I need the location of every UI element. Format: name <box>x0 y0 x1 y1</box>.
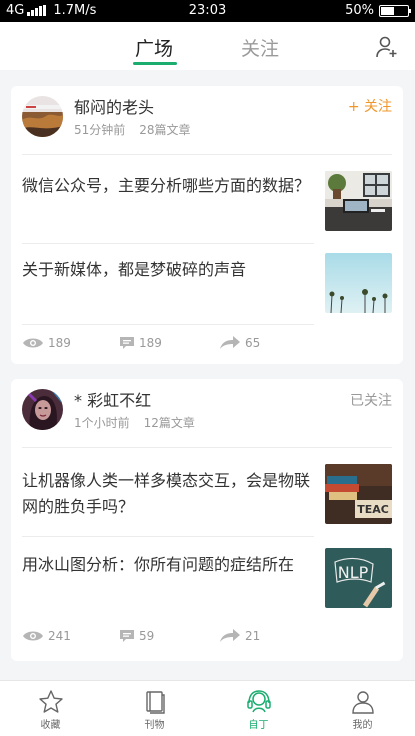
comment-count[interactable]: 59 <box>119 629 154 643</box>
card-stats: 241 59 21 <box>22 629 392 649</box>
article-title[interactable]: 关于新媒体，都是梦破碎的声音 <box>22 257 312 283</box>
article-item[interactable]: 让机器像人类一样多模态交互，会是物联网的胜负手吗？ TEAC <box>11 448 403 536</box>
status-bar: 4G 1.7M/s 23:03 50% <box>0 0 415 22</box>
add-user-icon[interactable] <box>375 35 399 59</box>
nav-label: 自丁 <box>248 720 269 731</box>
article-thumbnail[interactable]: TEAC <box>325 464 392 524</box>
article-thumbnail[interactable] <box>325 253 392 313</box>
post-time: 51分钟前 <box>74 123 126 137</box>
article-title[interactable]: 用冰山图分析：你所有问题的症结所在 <box>22 552 312 578</box>
article-title[interactable]: 微信公众号，主要分析哪些方面的数据？ <box>22 173 312 199</box>
follow-button[interactable]: + 关注 <box>348 96 392 116</box>
comment-icon <box>120 337 134 349</box>
nav-label: 刊物 <box>144 720 165 731</box>
card-stats: 189 189 65 <box>22 336 392 356</box>
card-author-header: 郁闷的老头 51分钟前 28篇文章 + 关注 <box>11 86 403 154</box>
battery-percent: 50% <box>345 3 374 18</box>
divider <box>22 324 314 325</box>
bottom-nav: 收藏 刊物 自丁 我的 <box>0 680 415 736</box>
post-time: 1个小时前 <box>74 416 130 430</box>
feed-card[interactable]: * 彩虹不红 1个小时前 12篇文章 已关注 让机器像人类一样多模态交互，会是物联… <box>11 379 403 661</box>
article-thumbnail[interactable]: NLP <box>325 548 392 608</box>
author-name[interactable]: 郁闷的老头 <box>74 94 154 118</box>
eye-icon <box>23 338 43 348</box>
eye-icon <box>23 631 43 641</box>
article-item[interactable]: 关于新媒体，都是梦破碎的声音 <box>11 244 403 324</box>
star-icon <box>38 690 63 713</box>
article-thumbnail[interactable] <box>325 171 392 231</box>
tab-following[interactable]: 关注 <box>241 34 279 61</box>
article-title[interactable]: 让机器像人类一样多模态交互，会是物联网的胜负手吗？ <box>22 468 312 520</box>
author-meta: 1个小时前 12篇文章 <box>74 414 195 431</box>
author-meta: 51分钟前 28篇文章 <box>74 121 191 138</box>
nav-favorites[interactable]: 收藏 <box>9 681 92 736</box>
nav-label: 收藏 <box>40 720 61 731</box>
article-count: 28篇文章 <box>139 123 191 137</box>
feed-card[interactable]: 郁闷的老头 51分钟前 28篇文章 + 关注 微信公众号，主要分析哪些方面的数据？ <box>11 86 403 364</box>
journal-icon <box>145 691 165 714</box>
battery-icon <box>379 4 411 17</box>
share-count[interactable]: 65 <box>219 336 260 350</box>
thumbnail-text: TEAC <box>357 503 389 516</box>
view-count: 241 <box>22 629 71 643</box>
nav-label: 我的 <box>352 720 373 731</box>
top-header: 广场 关注 <box>0 22 415 70</box>
nav-self[interactable]: 自丁 <box>217 681 300 736</box>
author-name[interactable]: * 彩虹不红 <box>74 387 151 411</box>
card-author-header: * 彩虹不红 1个小时前 12篇文章 已关注 <box>11 379 403 447</box>
tab-plaza[interactable]: 广场 <box>135 34 173 61</box>
share-icon <box>220 629 240 642</box>
article-item[interactable]: 微信公众号，主要分析哪些方面的数据？ <box>11 155 403 243</box>
share-count[interactable]: 21 <box>219 629 260 643</box>
view-count: 189 <box>22 336 71 350</box>
status-right: 50% <box>345 3 411 18</box>
nav-journals[interactable]: 刊物 <box>113 681 196 736</box>
comment-icon <box>120 630 134 642</box>
article-count: 12篇文章 <box>143 416 195 430</box>
share-icon <box>220 336 240 349</box>
followed-button[interactable]: 已关注 <box>350 390 392 410</box>
headset-icon <box>246 690 271 713</box>
avatar[interactable] <box>22 96 63 137</box>
article-item[interactable]: 用冰山图分析：你所有问题的症结所在 NLP <box>11 537 403 623</box>
comment-count[interactable]: 189 <box>119 336 162 350</box>
active-tab-indicator <box>133 62 177 65</box>
nav-profile[interactable]: 我的 <box>321 681 404 736</box>
user-icon <box>351 691 374 714</box>
avatar[interactable] <box>22 389 63 430</box>
